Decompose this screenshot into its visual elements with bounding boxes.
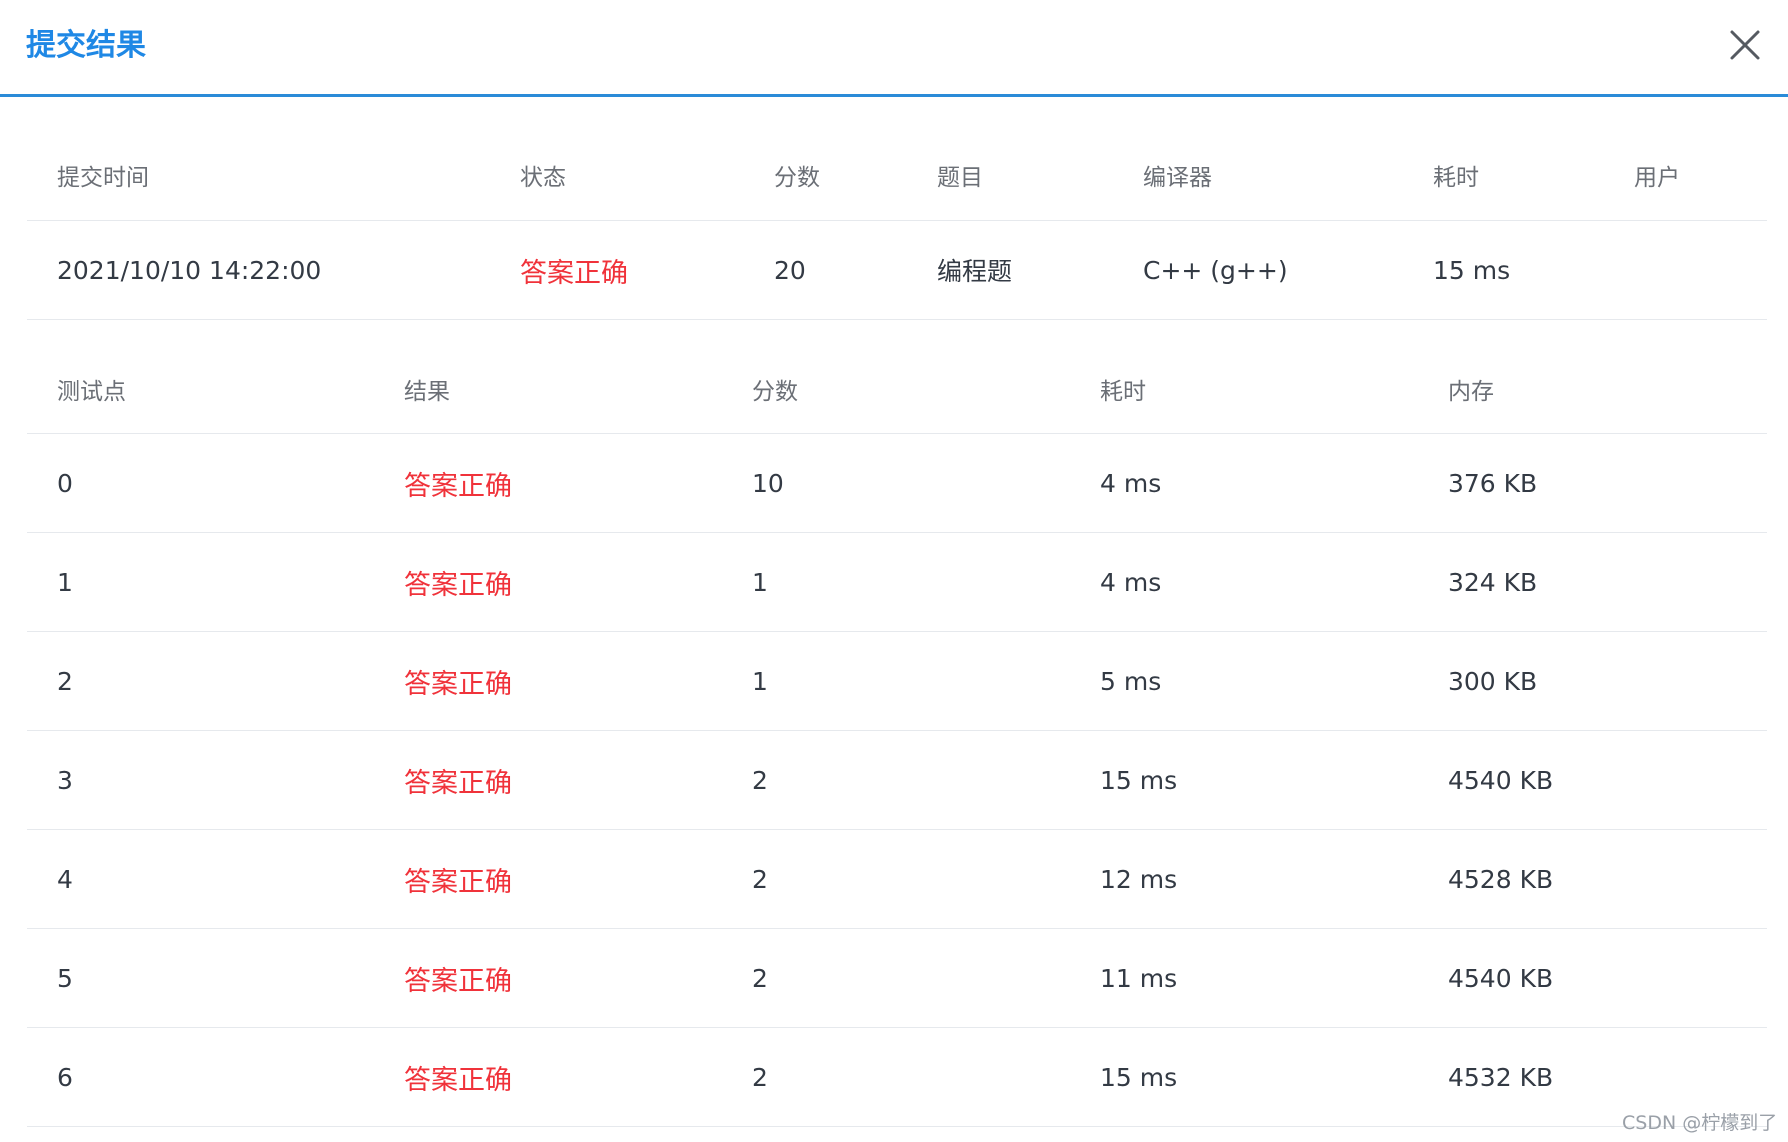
table-row: 3 答案正确 2 15 ms 4540 KB xyxy=(27,731,1767,830)
case-result: 答案正确 xyxy=(404,668,512,700)
elapsed-value: 15 ms xyxy=(1433,255,1511,285)
status-text: 答案正确 xyxy=(520,257,628,289)
table-row: 1 答案正确 1 4 ms 324 KB xyxy=(27,533,1767,632)
case-id: 1 xyxy=(57,567,73,597)
table-row: 0 答案正确 10 4 ms 376 KB xyxy=(27,434,1767,533)
case-id: 3 xyxy=(57,765,73,795)
submission-result-dialog: 提交结果 提交时间 状态 分数 题目 编译器 耗时 用户 2021/10/10 … xyxy=(0,0,1788,1142)
table-row: 5 答案正确 2 11 ms 4540 KB xyxy=(27,929,1767,1028)
case-result: 答案正确 xyxy=(404,965,512,997)
case-time: 15 ms xyxy=(1100,765,1178,795)
column-header-status: 状态 xyxy=(520,165,566,191)
table-row: 2 答案正确 1 5 ms 300 KB xyxy=(27,632,1767,731)
case-memory: 300 KB xyxy=(1448,666,1538,696)
case-score: 2 xyxy=(752,963,768,993)
case-result: 答案正确 xyxy=(404,1064,512,1096)
close-button[interactable] xyxy=(1724,24,1766,66)
column-header-test-case: 测试点 xyxy=(57,378,126,405)
case-result: 答案正确 xyxy=(404,470,512,502)
case-time: 4 ms xyxy=(1100,468,1162,498)
column-header-problem: 题目 xyxy=(937,165,983,191)
case-id: 6 xyxy=(57,1062,73,1092)
case-score: 2 xyxy=(752,864,768,894)
table-row: 6 答案正确 2 15 ms 4532 KB xyxy=(27,1028,1767,1127)
case-result: 答案正确 xyxy=(404,866,512,898)
column-header-user: 用户 xyxy=(1634,165,1680,191)
case-memory: 4528 KB xyxy=(1448,864,1554,894)
dialog-title: 提交结果 xyxy=(26,28,146,63)
dialog-header: 提交结果 xyxy=(0,0,1788,97)
cases-header-row: 测试点 结果 分数 耗时 内存 xyxy=(27,344,1767,434)
case-score: 10 xyxy=(752,468,784,498)
case-time: 5 ms xyxy=(1100,666,1162,696)
column-header-result: 结果 xyxy=(404,378,450,405)
case-id: 4 xyxy=(57,864,73,894)
case-memory: 4540 KB xyxy=(1448,765,1554,795)
case-time: 15 ms xyxy=(1100,1062,1178,1092)
case-id: 0 xyxy=(57,468,73,498)
submit-time: 2021/10/10 14:22:00 xyxy=(57,255,322,285)
case-result: 答案正确 xyxy=(404,767,512,799)
case-memory: 324 KB xyxy=(1448,567,1538,597)
column-header-score: 分数 xyxy=(774,165,820,191)
case-id: 5 xyxy=(57,963,73,993)
case-result: 答案正确 xyxy=(404,569,512,601)
close-icon xyxy=(1730,30,1760,60)
column-header-compiler: 编译器 xyxy=(1143,165,1212,191)
case-score: 2 xyxy=(752,765,768,795)
problem-link[interactable]: 编程题 xyxy=(937,221,1012,319)
case-memory: 4532 KB xyxy=(1448,1062,1554,1092)
case-time: 4 ms xyxy=(1100,567,1162,597)
column-header-score: 分数 xyxy=(752,378,798,405)
column-header-elapsed: 耗时 xyxy=(1433,165,1479,191)
summary-row: 2021/10/10 14:22:00 答案正确 20 编程题 C++ (g++… xyxy=(27,221,1767,320)
summary-header-row: 提交时间 状态 分数 题目 编译器 耗时 用户 xyxy=(27,130,1767,221)
case-time: 11 ms xyxy=(1100,963,1178,993)
score-value: 20 xyxy=(774,255,806,285)
case-score: 2 xyxy=(752,1062,768,1092)
submission-summary-table: 提交时间 状态 分数 题目 编译器 耗时 用户 2021/10/10 14:22… xyxy=(27,130,1767,320)
case-time: 12 ms xyxy=(1100,864,1178,894)
compiler-value: C++ (g++) xyxy=(1143,255,1288,285)
column-header-submit-time: 提交时间 xyxy=(57,165,149,191)
column-header-time: 耗时 xyxy=(1100,378,1146,405)
case-memory: 376 KB xyxy=(1448,468,1538,498)
column-header-memory: 内存 xyxy=(1448,378,1494,405)
case-id: 2 xyxy=(57,666,73,696)
test-cases-table: 测试点 结果 分数 耗时 内存 0 答案正确 10 4 ms 376 KB 1 … xyxy=(27,344,1767,1127)
watermark: CSDN @柠檬到了 xyxy=(1622,1112,1778,1134)
table-row: 4 答案正确 2 12 ms 4528 KB xyxy=(27,830,1767,929)
case-score: 1 xyxy=(752,567,768,597)
case-memory: 4540 KB xyxy=(1448,963,1554,993)
case-score: 1 xyxy=(752,666,768,696)
